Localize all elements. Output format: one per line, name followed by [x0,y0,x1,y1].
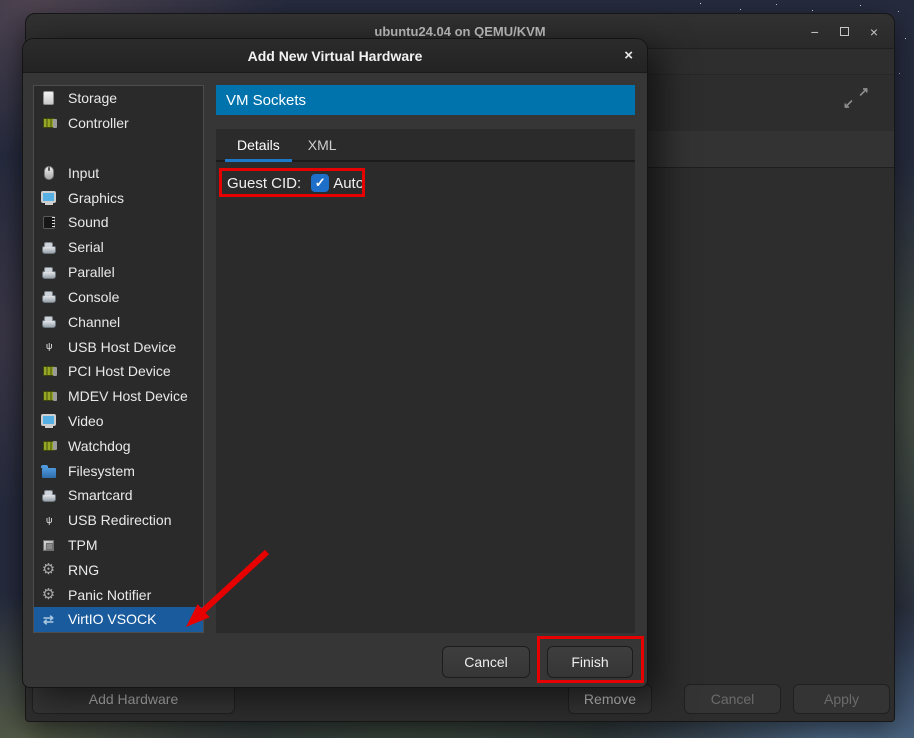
sidebar-item-label: USB Redirection [68,512,172,528]
dialog-title: Add New Virtual Hardware [248,48,423,64]
usb-icon: ψ [40,512,57,529]
serial-icon [40,487,57,504]
sidebar-item-smartcard[interactable]: Smartcard [34,483,203,508]
minimize-icon[interactable]: − [811,25,819,39]
board-icon [40,363,57,380]
sidebar-item-label: MDEV Host Device [68,388,188,404]
sidebar-item-watchdog[interactable]: Watchdog [34,433,203,458]
window-controls: − × [811,14,878,49]
monitor-icon [40,412,57,429]
gear-icon: ⚙ [40,561,57,578]
wallpaper-stars [700,3,701,4]
finish-button[interactable]: Finish [547,646,633,678]
dialog-titlebar: Add New Virtual Hardware × [23,39,647,73]
sidebar-item-mdev-host-device[interactable]: MDEV Host Device [34,384,203,409]
sidebar-item-sound[interactable]: Sound [34,210,203,235]
sidebar-item-pci-host-device[interactable]: PCI Host Device [34,359,203,384]
add-hardware-dialog: Add New Virtual Hardware × Storage Contr… [22,38,648,688]
sidebar-item-label: USB Host Device [68,339,176,355]
sidebar-item-label: Panic Notifier [68,587,151,603]
sidebar-item-channel[interactable]: Channel [34,309,203,334]
sidebar-item-label: PCI Host Device [68,363,171,379]
serial-icon [40,313,57,330]
sidebar-item-console[interactable]: Console [34,285,203,310]
sidebar-item-rng[interactable]: ⚙ RNG [34,557,203,582]
tab-bar: Details XML [216,129,635,162]
folder-icon [40,462,57,479]
hardware-list: Storage Controller Input Graphics Sound … [33,85,204,633]
sidebar-item-label: Filesystem [68,463,135,479]
vsock-icon: ⇄ [40,611,57,628]
sidebar-item-filesystem[interactable]: Filesystem [34,458,203,483]
sidebar-item-graphics[interactable]: Graphics [34,185,203,210]
sidebar-item-label: Sound [68,214,108,230]
sidebar-item-label: VirtIO VSOCK [68,611,156,627]
window-title: ubuntu24.04 on QEMU/KVM [374,24,545,39]
details-cancel-button: Cancel [684,684,781,714]
serial-icon [40,239,57,256]
sidebar-item-label: Input [68,165,99,181]
sidebar-item-label: Graphics [68,190,124,206]
sidebar-item-storage[interactable]: Storage [34,86,203,111]
panel-notebook: Details XML Guest CID: ✓ Auto [216,129,635,633]
chip-icon [40,537,57,554]
sidebar-item-serial[interactable]: Serial [34,235,203,260]
board-icon [40,388,57,405]
sidebar-item-label: TPM [68,537,98,553]
tab-xml[interactable]: XML [294,129,351,160]
add-hardware-button[interactable]: Add Hardware [32,684,235,714]
board-icon [40,115,57,132]
panel-header: VM Sockets [216,85,635,115]
usb-icon: ψ [40,338,57,355]
sidebar-item-label: Video [68,413,104,429]
sidebar-item-label: Serial [68,239,104,255]
sidebar-item-label: Console [68,289,119,305]
sidebar-item-label: Storage [68,90,117,106]
expand-sw-arrow: ↙ [843,96,854,112]
expand-ne-arrow: ↗ [858,84,869,100]
sidebar-item-label: RNG [68,562,99,578]
sidebar-item-virtio-vsock[interactable]: ⇄ VirtIO VSOCK [34,607,203,632]
serial-icon [40,288,57,305]
sidebar-item-label: Controller [68,115,129,131]
monitor-icon [40,189,57,206]
sidebar-item-parallel[interactable]: Parallel [34,260,203,285]
details-apply-button: Apply [793,684,890,714]
sidebar-item-label: Smartcard [68,487,133,503]
sidebar-item-label: Watchdog [68,438,131,454]
sidebar-item-usb-host-device[interactable]: ψ USB Host Device [34,334,203,359]
dialog-close-icon[interactable]: × [624,48,633,63]
sidebar-item-controller[interactable]: Controller [34,111,203,136]
board-icon [40,437,57,454]
tab-details[interactable]: Details [223,129,294,160]
sidebar-item-tpm[interactable]: TPM [34,533,203,558]
mouse-icon [40,164,57,181]
guest-cid-label: Guest CID: [227,175,301,192]
disk-icon [40,90,57,107]
remove-button[interactable]: Remove [568,684,652,714]
sidebar-item-label: Parallel [68,264,115,280]
cancel-button[interactable]: Cancel [442,646,530,678]
sidebar-item-input[interactable]: Input [34,160,203,185]
guest-cid-row: Guest CID: ✓ Auto [227,174,364,192]
sound-icon [40,214,57,231]
maximize-icon[interactable] [840,27,849,36]
fullscreen-icon[interactable]: ↗ ↙ [843,84,869,112]
check-icon: ✓ [315,175,326,191]
close-icon[interactable]: × [870,25,878,39]
serial-icon [40,264,57,281]
blank-icon [40,140,57,157]
desktop: ubuntu24.04 on QEMU/KVM − × ↗ ↙ Add Hard… [0,0,914,738]
guest-cid-auto-checkbox[interactable]: ✓ [311,174,329,192]
sidebar-item-panic-notifier[interactable]: ⚙ Panic Notifier [34,582,203,607]
auto-label: Auto [333,175,364,192]
sidebar-item-spacer [34,136,203,161]
sidebar-item-label: Channel [68,314,120,330]
hardware-panel: VM Sockets Details XML Guest CID: ✓ Auto [216,85,635,633]
gear-icon: ⚙ [40,586,57,603]
sidebar-item-video[interactable]: Video [34,409,203,434]
sidebar-item-usb-redirection[interactable]: ψ USB Redirection [34,508,203,533]
